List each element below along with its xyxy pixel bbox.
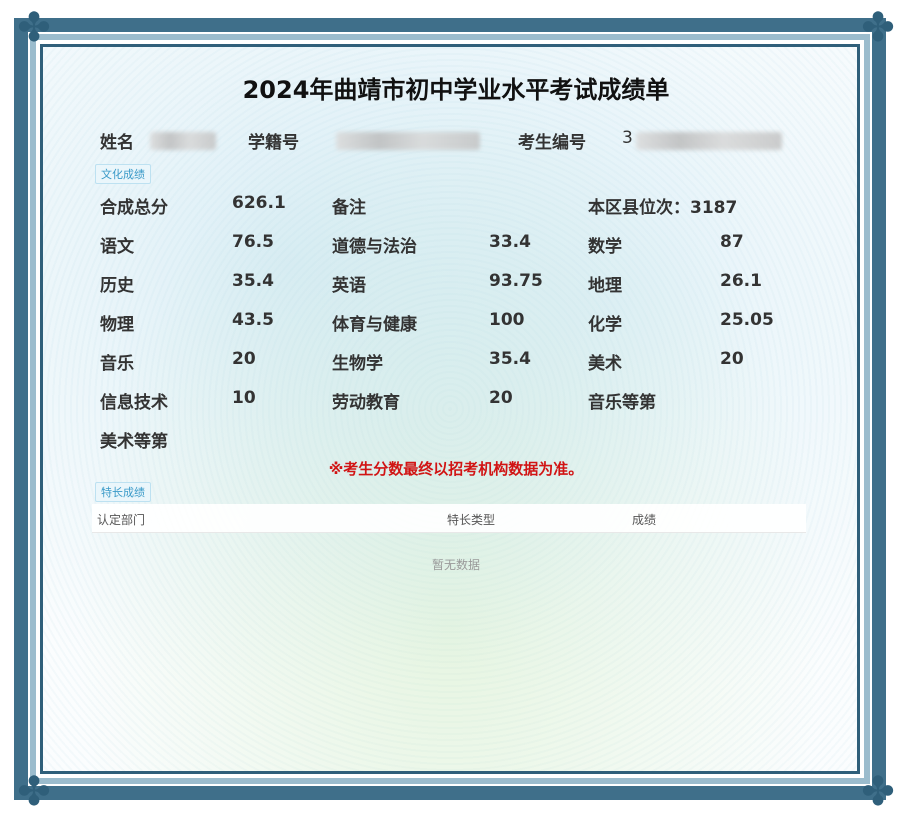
- score-value: 26.1: [720, 271, 762, 291]
- score-value: 35.4: [232, 271, 274, 291]
- score-label: 信息技术: [100, 393, 168, 413]
- score-value: 20: [489, 388, 513, 408]
- score-value: 100: [489, 310, 525, 330]
- column-header-type: 特长类型: [447, 513, 496, 527]
- page-title: 2024年曲靖市初中学业水平考试成绩单: [242, 76, 670, 104]
- score-label: 合成总分: [100, 198, 168, 218]
- score-label: 道德与法治: [332, 237, 417, 257]
- score-label: 物理: [100, 315, 134, 335]
- score-value: 626.1: [232, 193, 286, 213]
- exam-no-label: 考生编号: [518, 133, 586, 153]
- name-redacted: [150, 132, 216, 150]
- score-label: 数学: [588, 237, 622, 257]
- score-label: 本区县位次：3187: [588, 198, 738, 218]
- score-value: 43.5: [232, 310, 274, 330]
- student-id-label: 学籍号: [248, 133, 299, 153]
- score-value: 25.05: [720, 310, 774, 330]
- score-value: 76.5: [232, 232, 274, 252]
- culture-section-tag: 文化成绩: [95, 164, 151, 184]
- score-label: 美术等第: [100, 432, 168, 452]
- score-label: 历史: [100, 276, 134, 296]
- score-value: 87: [720, 232, 744, 252]
- score-value: 35.4: [489, 349, 531, 369]
- empty-state-text: 暂无数据: [431, 558, 480, 572]
- score-value: 10: [232, 388, 256, 408]
- score-value: 20: [232, 349, 256, 369]
- score-label: 音乐: [100, 354, 134, 374]
- score-label: 化学: [588, 315, 622, 335]
- exam-no-prefix: 3: [622, 128, 633, 148]
- student-id-redacted: [336, 132, 480, 150]
- column-header-department: 认定部门: [97, 513, 146, 527]
- score-label: 音乐等第: [588, 393, 656, 413]
- special-table-header: 认定部门 特长类型 成绩: [92, 504, 806, 533]
- score-label: 生物学: [332, 354, 383, 374]
- score-value: 20: [720, 349, 744, 369]
- score-label: 英语: [332, 276, 366, 296]
- score-label: 体育与健康: [332, 315, 417, 335]
- corner-ornament-icon: ✤: [17, 769, 51, 815]
- score-label: 地理: [588, 276, 622, 296]
- score-label: 备注: [332, 198, 366, 218]
- corner-ornament-icon: ✤: [861, 769, 895, 815]
- name-label: 姓名: [100, 133, 134, 153]
- score-label: 语文: [100, 237, 134, 257]
- column-header-score: 成绩: [632, 513, 657, 527]
- special-section-tag: 特长成绩: [95, 482, 151, 502]
- score-value: 93.75: [489, 271, 543, 291]
- corner-ornament-icon: ✤: [861, 5, 895, 51]
- corner-ornament-icon: ✤: [17, 5, 51, 51]
- score-label: 美术: [588, 354, 622, 374]
- score-value: 33.4: [489, 232, 531, 252]
- student-info-row: 姓名 学籍号 考生编号 3: [100, 128, 820, 154]
- score-label: 劳动教育: [332, 393, 400, 413]
- notice-text: ※考生分数最终以招考机构数据为准。: [328, 460, 584, 478]
- exam-no-redacted: [636, 132, 782, 150]
